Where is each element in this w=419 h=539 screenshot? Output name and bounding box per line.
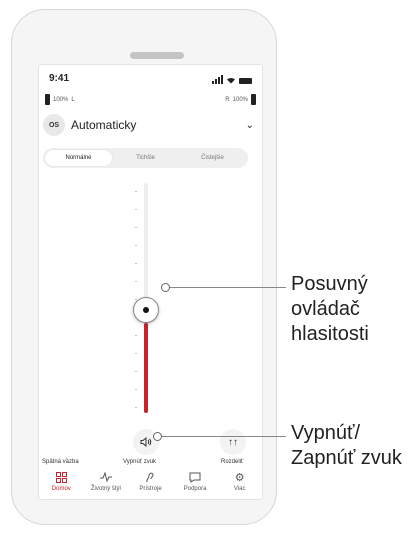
program-icon: OS — [43, 114, 65, 136]
program-selector[interactable]: OS Automaticky ⌄ — [43, 113, 258, 137]
split-button[interactable]: ↑↑ — [220, 429, 246, 455]
volume-tick — [135, 353, 137, 354]
left-side-label: L — [71, 96, 75, 103]
chevron-down-icon: ⌄ — [245, 119, 254, 131]
volume-tick — [135, 191, 137, 192]
volume-tick — [135, 209, 137, 210]
slider-callout-line — [165, 287, 286, 288]
left-battery-value: 100% — [53, 96, 69, 103]
right-battery-icon — [251, 94, 256, 105]
mute-callout-text: Vypnúť/ Zapnúť zvuk — [291, 422, 402, 469]
phone-battery-icon — [239, 78, 252, 84]
right-side-label: R — [225, 96, 230, 103]
nav-item-lifestyle[interactable]: Životný štýl — [84, 469, 129, 499]
volume-tick — [135, 227, 137, 228]
volume-slider-fill — [144, 322, 148, 413]
volume-tick — [135, 389, 137, 390]
mute-callout-line — [157, 436, 286, 437]
wifi-icon — [227, 77, 235, 84]
mode-tab-quieter[interactable]: Tichšie — [112, 150, 179, 166]
nav-item-support[interactable]: Podpora — [173, 469, 218, 499]
volume-tick — [135, 371, 137, 372]
mode-tab-clearer[interactable]: Čistejšie — [179, 150, 246, 166]
nav-item-more[interactable]: ⚙ Viac — [217, 469, 262, 499]
status-bar: 9:41 — [49, 73, 252, 87]
app-screen: 9:41 100% L R 100% OS Automaticky ⌄ Norm… — [38, 64, 263, 500]
hearing-aid-icon — [145, 469, 155, 485]
signal-icon — [212, 75, 223, 84]
mode-tab-label: Čistejšie — [201, 155, 224, 161]
status-icons — [212, 75, 252, 84]
left-aid-battery: 100% L — [45, 94, 75, 105]
mute-callout-dot — [153, 432, 162, 441]
gear-icon: ⚙ — [234, 471, 245, 484]
mute-label: Vypnúť zvuk — [123, 459, 157, 465]
home-grid-icon — [55, 469, 67, 485]
right-aid-battery: R 100% — [225, 94, 256, 105]
mode-segmented-control: Normálne Tichšie Čistejšie — [43, 148, 248, 168]
nav-item-devices[interactable]: Prístroje — [128, 469, 173, 499]
phone-speaker — [130, 52, 184, 59]
nav-item-home[interactable]: Domov — [39, 469, 84, 499]
status-time: 9:41 — [49, 73, 70, 84]
nav-label: Viac — [233, 486, 246, 492]
volume-slider-knob[interactable] — [133, 296, 159, 323]
program-name: Automaticky — [71, 118, 137, 132]
slider-callout-text: Posuvný ovládač hlasitosti — [291, 273, 369, 345]
volume-tick — [135, 281, 137, 282]
nav-label: Podpora — [183, 486, 207, 492]
bottom-nav: Domov Životný štýl Prístroje Podpora ⚙ V… — [39, 469, 262, 499]
volume-tick — [135, 335, 137, 336]
volume-tick — [135, 263, 137, 264]
left-battery-icon — [45, 94, 50, 105]
volume-tick — [135, 407, 137, 408]
split-label: Rozdeliť — [221, 459, 244, 465]
feedback-label[interactable]: Spätná väzba — [42, 459, 79, 465]
volume-tick — [135, 245, 137, 246]
nav-label: Prístroje — [139, 486, 162, 492]
activity-icon — [99, 469, 112, 485]
program-icon-text: OS — [48, 121, 60, 129]
nav-label: Domov — [51, 486, 71, 492]
chat-bubble-icon — [189, 469, 201, 485]
nav-label: Životný štýl — [90, 486, 121, 492]
mode-tab-label: Normálne — [65, 155, 92, 161]
slider-callout-dot — [161, 283, 170, 292]
split-icon: ↑↑ — [228, 436, 238, 448]
hearing-aid-battery-row: 100% L R 100% — [45, 94, 256, 106]
knob-dot — [143, 306, 149, 313]
mode-tab-normal[interactable]: Normálne — [45, 150, 112, 166]
mode-tab-label: Tichšie — [136, 155, 155, 161]
right-battery-value: 100% — [232, 96, 248, 103]
speaker-icon — [140, 437, 152, 447]
